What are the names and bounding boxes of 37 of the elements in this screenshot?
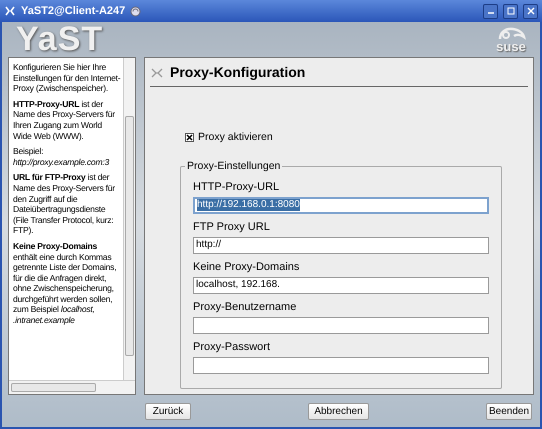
input-field[interactable]: http://192.168.0.1:8080 [193, 196, 489, 214]
help-paragraph: HTTP-Proxy-URL ist der Name des Proxy-Servers für Ihren Zugang zum World Wide Web (WWW). [13, 98, 116, 142]
scrollbar-thumb[interactable] [125, 116, 134, 356]
help-paragraph: Keine Proxy-Domains enthält eine durch Kommas getrennte Liste der Domains, für die die Anfragen direkt, ohne Zwischenspeicherung, durchgeführt werden sollen, zum Beispiel localhost, .intranet.example [13, 240, 118, 326]
horizontal-scrollbar[interactable] [9, 380, 135, 394]
group-title: Proxy-Einstellungen [185, 160, 282, 173]
yast-logo: YaST [16, 22, 104, 56]
app-icon [4, 5, 16, 17]
close-icon [526, 7, 534, 15]
dialog-button[interactable]: Abbrechen [308, 402, 369, 420]
vertical-scrollbar[interactable] [123, 58, 135, 380]
field-label: Keine Proxy-Domains [193, 260, 300, 274]
maximize-button[interactable] [503, 4, 518, 18]
help-paragraph: Beispiel: http://proxy.example.com:3 [13, 146, 110, 168]
help-paragraph: Konfigurieren Sie hier Ihre Einstellungen für den Internet-Proxy (Zwischenspeicher). [13, 62, 122, 94]
help-paragraph: URL für FTP-Proxy ist der Name des Proxy-Servers für den Zugriff auf die Dateiübertragungsdienste (File Transfer Protocol, kurz: FTP). [13, 172, 116, 236]
check-icon [186, 134, 193, 142]
input-field[interactable] [193, 356, 489, 374]
field-label: Proxy-Benutzername [193, 300, 298, 314]
swirl-icon [130, 6, 142, 16]
input-field[interactable]: http:// [193, 236, 489, 254]
field-label: HTTP-Proxy-URL [193, 180, 280, 194]
maximize-icon [506, 7, 514, 15]
field-label: Proxy-Passwort [193, 340, 272, 354]
dialog-button[interactable]: Beenden [486, 402, 532, 420]
close-button[interactable] [523, 4, 538, 18]
window-title: YaST2@Client-A247 [21, 4, 126, 19]
checkbox-label[interactable]: Proxy aktivieren [198, 130, 273, 146]
checkbox[interactable] [185, 133, 194, 142]
field-label: FTP Proxy URL [193, 220, 271, 234]
input-field[interactable]: localhost, 192.168. [193, 276, 489, 294]
suse-logo: suse [496, 25, 526, 53]
dialog-title: Proxy-Konfiguration [170, 63, 306, 82]
scrollbar-thumb[interactable] [11, 383, 96, 392]
dialog-button[interactable]: Zurück [145, 402, 191, 420]
minimize-button[interactable] [483, 4, 498, 18]
input-field[interactable] [193, 316, 489, 334]
